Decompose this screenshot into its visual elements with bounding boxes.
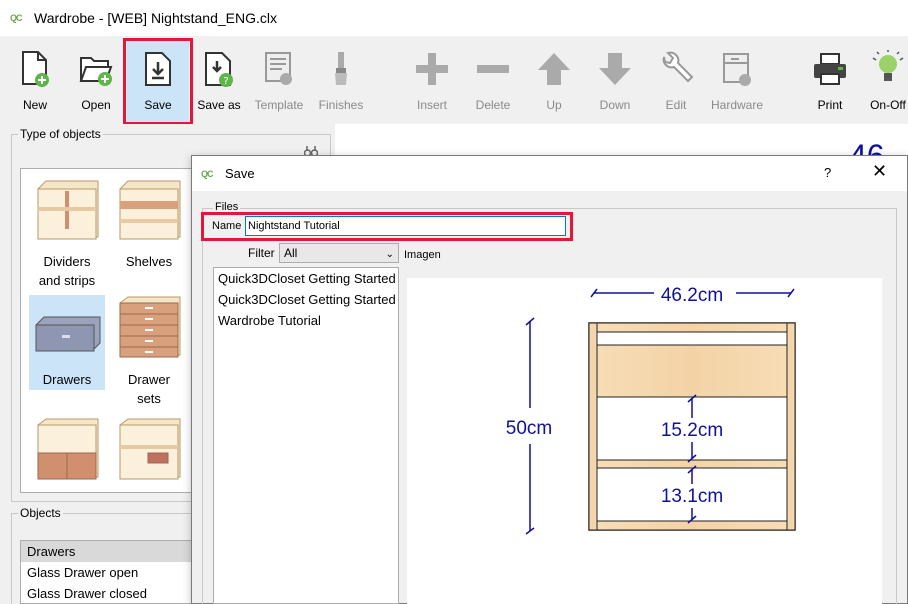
open-button-label: Open (81, 98, 111, 112)
hardware-icon (712, 44, 762, 94)
image-label: Imagen (404, 249, 441, 261)
new-file-icon (10, 44, 60, 94)
template-icon (254, 44, 304, 94)
list-item[interactable]: Wardrobe Tutorial (214, 310, 398, 331)
list-item[interactable]: Drawers (21, 541, 191, 562)
width-dimension-label: 46.2cm (661, 285, 723, 306)
on-off-button-label: On-Off (870, 98, 906, 112)
shelves-thumbnail-icon (119, 180, 181, 240)
objects-title: Objects (18, 506, 63, 520)
arrow-down-icon (590, 44, 640, 94)
objects-list: Drawers Glass Drawer open Glass Drawer c… (20, 540, 192, 604)
plus-icon (407, 44, 457, 94)
gallery-item-shelves[interactable]: Shelves (111, 177, 187, 297)
filter-value: All (284, 246, 298, 260)
close-button[interactable]: ✕ (872, 162, 887, 180)
list-item[interactable]: Glass Drawer open (21, 562, 191, 583)
gallery-caption: sets (137, 391, 161, 406)
file-list: Quick3DCloset Getting Started Quick3DClo… (213, 267, 399, 604)
drawers-thumbnail-icon (35, 316, 101, 352)
nightstand-drawing: 46.2cm 50cm 15.2cm 13.1cm (506, 285, 796, 535)
minus-icon (468, 44, 518, 94)
height-dimension-label: 50cm (506, 418, 552, 439)
print-button-label: Print (817, 98, 843, 112)
open-folder-icon (71, 44, 121, 94)
gallery-item-accessories[interactable] (111, 417, 187, 492)
delete-button[interactable]: Delete (468, 38, 518, 120)
lightbulb-icon (868, 44, 908, 94)
template-button-label: Template (254, 98, 304, 112)
list-item[interactable]: Glass Drawer closed (21, 583, 191, 604)
type-of-objects-title: Type of objects (18, 127, 103, 141)
gallery-caption: Dividers (43, 254, 91, 269)
gallery-caption: Drawers (42, 372, 92, 387)
list-item[interactable]: Quick3DCloset Getting Started (214, 268, 398, 289)
svg-text:?: ? (223, 76, 228, 87)
save-as-button[interactable]: ? Save as (196, 38, 242, 120)
title-bar: QC Wardrobe - [WEB] Nightstand_ENG.clx (0, 0, 908, 36)
dialog-title: Save (225, 166, 255, 181)
wrench-icon (651, 44, 701, 94)
on-off-button[interactable]: On-Off (868, 38, 908, 120)
edit-button[interactable]: Edit (651, 38, 701, 120)
list-item[interactable]: Quick3DCloset Getting Started (214, 289, 398, 310)
gap-dimension-label: 13.1cm (661, 486, 723, 507)
down-button-label: Down (599, 98, 631, 112)
template-button[interactable]: Template (254, 38, 304, 120)
object-type-gallery: Dividers and strips Shelves Drawers Drawe… (20, 168, 192, 493)
print-button[interactable]: Print (805, 38, 855, 120)
gallery-item-drawer-sets[interactable]: Drawer sets (111, 295, 187, 415)
gallery-caption: Shelves (125, 254, 173, 269)
gap-dimension-label: 15.2cm (661, 420, 723, 441)
dialog-logo-icon: QC (201, 168, 214, 179)
doors-thumbnail-icon (37, 418, 99, 480)
printer-icon (805, 44, 855, 94)
edit-button-label: Edit (665, 98, 687, 112)
finishes-icon (316, 44, 366, 94)
gallery-caption: Drawer (128, 372, 170, 387)
delete-button-label: Delete (475, 98, 511, 112)
filter-label: Filter (248, 246, 275, 260)
save-as-button-label: Save as (197, 98, 241, 112)
gallery-item-doors[interactable] (29, 417, 105, 492)
new-button-label: New (22, 98, 47, 112)
arrow-up-icon (529, 44, 579, 94)
save-button-highlight (123, 38, 193, 125)
help-button[interactable]: ? (824, 165, 831, 180)
down-button[interactable]: Down (590, 38, 640, 120)
up-button[interactable]: Up (529, 38, 579, 120)
gallery-item-drawers[interactable]: Drawers (29, 295, 105, 390)
chevron-down-icon: ⌄ (385, 249, 394, 260)
up-button-label: Up (546, 98, 562, 112)
image-preview: 46.2cm 50cm 15.2cm 13.1cm (407, 278, 882, 604)
insert-button-label: Insert (416, 98, 447, 112)
dialog-title-bar: QC Save ? ✕ (192, 156, 907, 191)
filter-dropdown[interactable]: All ⌄ (279, 243, 399, 263)
insert-button[interactable]: Insert (407, 38, 457, 120)
gallery-caption: and strips (38, 273, 96, 288)
new-button[interactable]: New (10, 38, 60, 120)
dividers-thumbnail-icon (37, 180, 99, 240)
name-field-highlight (201, 212, 573, 241)
app-logo-icon: QC (10, 13, 23, 23)
window-title: Wardrobe - [WEB] Nightstand_ENG.clx (34, 10, 278, 26)
finishes-button-label: Finishes (318, 98, 364, 112)
hardware-button[interactable]: Hardware (709, 38, 765, 120)
hardware-button-label: Hardware (710, 98, 764, 112)
save-as-icon: ? (194, 44, 244, 94)
accessories-thumbnail-icon (119, 418, 181, 480)
finishes-button[interactable]: Finishes (316, 38, 366, 120)
gallery-item-dividers[interactable]: Dividers and strips (29, 177, 105, 297)
drawer-sets-thumbnail-icon (119, 296, 181, 358)
open-button[interactable]: Open (71, 38, 121, 120)
